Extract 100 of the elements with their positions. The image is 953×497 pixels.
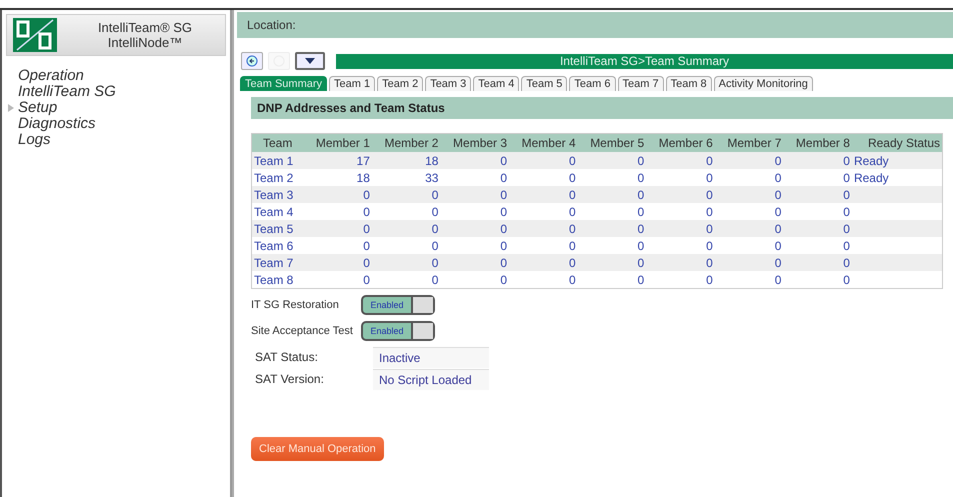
table-cell: 0 xyxy=(774,272,782,286)
table-cell: 0 xyxy=(843,204,850,218)
toggle-label: Site Acceptance Test xyxy=(251,325,354,337)
table-cell: 0 xyxy=(568,238,576,252)
table-cell: 0 xyxy=(638,256,644,270)
table-cell: 0 xyxy=(432,238,438,252)
column-header: Team xyxy=(252,134,304,152)
table-cell: 0 xyxy=(568,188,576,202)
table-cell: 0 xyxy=(363,272,370,286)
toggle-switch[interactable]: Enabled xyxy=(361,295,435,315)
tab[interactable]: Team 1 xyxy=(329,76,376,91)
toggle-switch[interactable]: Enabled xyxy=(361,321,435,341)
table-cell: Ready xyxy=(854,170,889,184)
column-header: Member 4 xyxy=(509,134,578,152)
table-cell: 0 xyxy=(774,188,782,202)
table-cell: 0 xyxy=(500,154,508,168)
table-cell: 0 xyxy=(638,238,644,252)
table-cell: 0 xyxy=(706,188,713,202)
menu-item[interactable]: Diagnostics xyxy=(18,116,96,132)
table-cell[interactable]: Team 6 xyxy=(254,238,294,252)
table-cell: 0 xyxy=(432,204,438,218)
logo-icon xyxy=(13,18,57,52)
table-cell: 33 xyxy=(425,170,438,184)
table-cell: 0 xyxy=(432,222,438,236)
table-cell: 0 xyxy=(500,238,508,252)
column-header: Member 8 xyxy=(783,134,852,152)
status-value: Inactive xyxy=(373,346,489,368)
table-cell: 0 xyxy=(568,222,576,236)
table-cell: 0 xyxy=(843,154,850,168)
table-cell: 0 xyxy=(500,256,508,270)
product-subtitle: IntelliNode™ xyxy=(108,35,182,50)
table-cell: 0 xyxy=(706,154,713,168)
toggle-label: IT SG Restoration xyxy=(251,299,340,311)
column-header: Member 1 xyxy=(303,134,372,152)
table-cell: 0 xyxy=(843,238,850,252)
menu-item[interactable]: Logs xyxy=(18,132,51,148)
table-cell: 18 xyxy=(356,170,370,184)
column-header: Member 7 xyxy=(714,134,784,152)
table-cell: 0 xyxy=(500,222,508,236)
table-cell: 0 xyxy=(568,170,576,184)
table-cell: 0 xyxy=(843,272,850,286)
table-cell: 17 xyxy=(356,154,370,168)
table-cell: 0 xyxy=(568,256,576,270)
table-cell: 0 xyxy=(774,154,782,168)
table-cell[interactable]: Team 2 xyxy=(254,170,294,184)
table-cell: 0 xyxy=(363,256,370,270)
table-cell: 0 xyxy=(638,272,644,286)
tab[interactable]: Team Summary xyxy=(240,76,328,91)
table-cell: 0 xyxy=(432,256,438,270)
tab[interactable]: Activity Monitoring xyxy=(714,76,813,91)
product-title: IntelliTeam® SG xyxy=(98,20,192,35)
menu-item[interactable]: Operation xyxy=(18,68,84,84)
table-cell: 0 xyxy=(774,204,782,218)
table-cell: 0 xyxy=(363,238,370,252)
table-cell[interactable]: Team 8 xyxy=(254,272,294,286)
tab[interactable]: Team 8 xyxy=(666,76,712,91)
table-cell: 0 xyxy=(843,222,850,236)
back-button[interactable] xyxy=(241,52,263,70)
table-cell: Ready xyxy=(854,154,889,168)
tab[interactable]: Team 6 xyxy=(569,76,616,91)
table-cell: 0 xyxy=(706,204,713,218)
table-cell: 0 xyxy=(843,170,850,184)
table-cell: 0 xyxy=(706,272,713,286)
table-cell: 0 xyxy=(638,204,644,218)
section-header: DNP Addresses and Team Status xyxy=(251,97,953,119)
tab[interactable]: Team 7 xyxy=(618,76,664,91)
table-cell: 0 xyxy=(500,204,508,218)
table-cell: 0 xyxy=(706,238,713,252)
table-cell: 0 xyxy=(363,204,370,218)
tab[interactable]: Team 3 xyxy=(425,76,472,91)
table-cell: 0 xyxy=(774,170,782,184)
column-header: Member 3 xyxy=(440,134,510,152)
table-cell: 0 xyxy=(500,188,508,202)
column-header: Ready Status xyxy=(852,134,942,152)
menu-item[interactable]: Setup xyxy=(18,100,58,116)
column-header: Member 6 xyxy=(646,134,715,152)
field-label: SAT Version: xyxy=(254,372,325,386)
table-cell: 0 xyxy=(843,256,850,270)
field-label: SAT Status: xyxy=(254,350,319,364)
table-cell: 0 xyxy=(432,272,438,286)
table-cell: 0 xyxy=(568,204,576,218)
table-cell: 0 xyxy=(638,222,644,236)
table-cell: 0 xyxy=(774,256,782,270)
table-cell: 0 xyxy=(500,272,508,286)
table-cell: 18 xyxy=(425,154,438,168)
table-cell: 0 xyxy=(706,222,713,236)
table-cell: 0 xyxy=(774,222,782,236)
table-cell: 0 xyxy=(843,188,850,202)
table-cell: 0 xyxy=(706,256,713,270)
table-cell: 0 xyxy=(432,188,438,202)
tab[interactable]: Team 2 xyxy=(377,76,424,91)
table-cell[interactable]: Team 4 xyxy=(254,204,294,218)
menu-item[interactable]: IntelliTeam SG xyxy=(18,84,116,100)
dropdown-button[interactable] xyxy=(295,52,325,70)
table-cell: 0 xyxy=(638,188,644,202)
tab[interactable]: Team 5 xyxy=(521,76,568,91)
table-cell: 0 xyxy=(638,154,644,168)
caret-icon xyxy=(305,58,315,64)
tab[interactable]: Team 4 xyxy=(473,76,520,91)
table-cell: 0 xyxy=(638,170,644,184)
